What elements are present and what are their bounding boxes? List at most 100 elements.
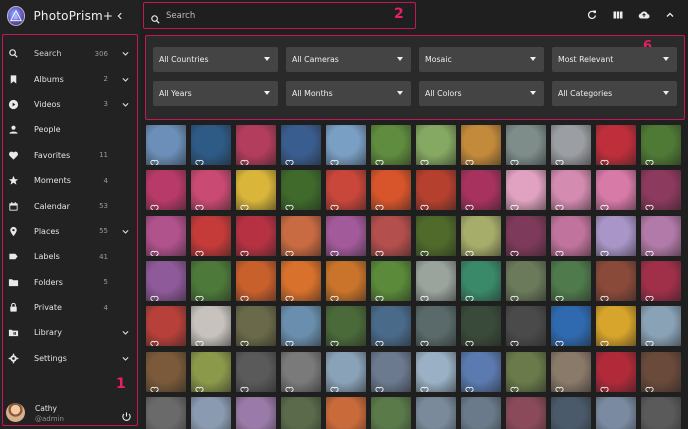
sidebar-item-albums[interactable]: Albums 2: [0, 66, 140, 91]
photo-thumbnail[interactable]: [371, 396, 411, 429]
photo-thumbnail[interactable]: [461, 396, 501, 429]
photo-thumbnail[interactable]: [191, 260, 231, 301]
favorite-heart-icon[interactable]: [510, 198, 519, 211]
favorite-heart-icon[interactable]: [645, 244, 654, 256]
favorite-heart-icon[interactable]: [420, 334, 429, 347]
photo-thumbnail[interactable]: [551, 260, 591, 301]
photo-thumbnail[interactable]: [506, 306, 546, 347]
photo-thumbnail[interactable]: [146, 215, 186, 256]
sidebar-item-private[interactable]: Private 4: [0, 295, 140, 320]
favorite-heart-icon[interactable]: [375, 198, 384, 211]
search-input[interactable]: [166, 10, 366, 21]
photo-thumbnail[interactable]: [506, 260, 546, 301]
photo-thumbnail[interactable]: [146, 170, 186, 211]
favorite-heart-icon[interactable]: [465, 380, 474, 392]
filter-select-all-colors[interactable]: All Colors: [419, 81, 544, 106]
favorite-heart-icon[interactable]: [285, 380, 294, 392]
photo-thumbnail[interactable]: [236, 396, 276, 429]
photo-thumbnail[interactable]: [416, 125, 456, 165]
favorite-heart-icon[interactable]: [150, 198, 159, 211]
filter-select-all-months[interactable]: All Months: [286, 81, 411, 106]
photo-thumbnail[interactable]: [596, 170, 636, 211]
favorite-heart-icon[interactable]: [510, 153, 519, 165]
favorite-heart-icon[interactable]: [645, 334, 654, 347]
photo-thumbnail[interactable]: [191, 396, 231, 429]
photo-thumbnail[interactable]: [551, 125, 591, 165]
favorite-heart-icon[interactable]: [510, 334, 519, 347]
photo-thumbnail[interactable]: [641, 125, 681, 165]
filter-select-mosaic[interactable]: Mosaic: [419, 47, 544, 72]
favorite-heart-icon[interactable]: [375, 334, 384, 347]
favorite-heart-icon[interactable]: [420, 289, 429, 301]
photo-thumbnail[interactable]: [146, 125, 186, 165]
photo-thumbnail[interactable]: [326, 260, 366, 301]
collapse-sidebar-button[interactable]: [113, 9, 126, 23]
favorite-heart-icon[interactable]: [195, 334, 204, 347]
favorite-heart-icon[interactable]: [330, 289, 339, 301]
photo-thumbnail[interactable]: [596, 396, 636, 429]
favorite-heart-icon[interactable]: [645, 153, 654, 165]
photo-thumbnail[interactable]: [191, 125, 231, 165]
photo-thumbnail[interactable]: [461, 351, 501, 392]
filter-select-most-relevant[interactable]: Most Relevant: [552, 47, 677, 72]
favorite-heart-icon[interactable]: [330, 244, 339, 256]
favorite-heart-icon[interactable]: [420, 244, 429, 256]
favorite-heart-icon[interactable]: [150, 425, 159, 429]
favorite-heart-icon[interactable]: [555, 153, 564, 165]
favorite-heart-icon[interactable]: [330, 334, 339, 347]
favorite-heart-icon[interactable]: [510, 289, 519, 301]
favorite-heart-icon[interactable]: [375, 380, 384, 392]
photo-thumbnail[interactable]: [551, 170, 591, 211]
photo-thumbnail[interactable]: [281, 351, 321, 392]
photo-thumbnail[interactable]: [236, 125, 276, 165]
favorite-heart-icon[interactable]: [195, 153, 204, 165]
photo-thumbnail[interactable]: [596, 215, 636, 256]
photo-thumbnail[interactable]: [191, 306, 231, 347]
refresh-icon[interactable]: [586, 9, 598, 21]
photo-thumbnail[interactable]: [371, 170, 411, 211]
photo-thumbnail[interactable]: [461, 215, 501, 256]
photo-thumbnail[interactable]: [326, 351, 366, 392]
favorite-heart-icon[interactable]: [465, 244, 474, 256]
favorite-heart-icon[interactable]: [420, 198, 429, 211]
photo-thumbnail[interactable]: [596, 306, 636, 347]
favorite-heart-icon[interactable]: [465, 198, 474, 211]
photo-thumbnail[interactable]: [416, 170, 456, 211]
photo-thumbnail[interactable]: [416, 306, 456, 347]
photo-thumbnail[interactable]: [416, 396, 456, 429]
photo-thumbnail[interactable]: [551, 396, 591, 429]
favorite-heart-icon[interactable]: [195, 244, 204, 256]
favorite-heart-icon[interactable]: [240, 289, 249, 301]
favorite-heart-icon[interactable]: [645, 289, 654, 301]
sidebar-item-search[interactable]: Search 306: [0, 41, 140, 66]
chevron-down-icon[interactable]: [121, 354, 130, 363]
favorite-heart-icon[interactable]: [285, 334, 294, 347]
photo-thumbnail[interactable]: [236, 215, 276, 256]
favorite-heart-icon[interactable]: [645, 425, 654, 429]
sidebar-item-moments[interactable]: Moments 4: [0, 168, 140, 193]
favorite-heart-icon[interactable]: [330, 198, 339, 211]
photo-thumbnail[interactable]: [326, 306, 366, 347]
photo-thumbnail[interactable]: [371, 351, 411, 392]
favorite-heart-icon[interactable]: [375, 153, 384, 165]
favorite-heart-icon[interactable]: [285, 198, 294, 211]
photo-thumbnail[interactable]: [191, 351, 231, 392]
sidebar-item-labels[interactable]: Labels 41: [0, 244, 140, 269]
photo-thumbnail[interactable]: [596, 125, 636, 165]
photo-thumbnail[interactable]: [371, 260, 411, 301]
photo-thumbnail[interactable]: [416, 351, 456, 392]
favorite-heart-icon[interactable]: [600, 380, 609, 392]
filter-select-all-countries[interactable]: All Countries: [153, 47, 278, 72]
favorite-heart-icon[interactable]: [600, 334, 609, 347]
favorite-heart-icon[interactable]: [240, 425, 249, 429]
favorite-heart-icon[interactable]: [645, 380, 654, 392]
favorite-heart-icon[interactable]: [600, 244, 609, 256]
favorite-heart-icon[interactable]: [240, 244, 249, 256]
favorite-heart-icon[interactable]: [465, 334, 474, 347]
photo-thumbnail[interactable]: [281, 306, 321, 347]
photo-thumbnail[interactable]: [461, 125, 501, 165]
sidebar-item-people[interactable]: People: [0, 117, 140, 142]
favorite-heart-icon[interactable]: [330, 153, 339, 165]
photo-thumbnail[interactable]: [281, 125, 321, 165]
favorite-heart-icon[interactable]: [420, 380, 429, 392]
